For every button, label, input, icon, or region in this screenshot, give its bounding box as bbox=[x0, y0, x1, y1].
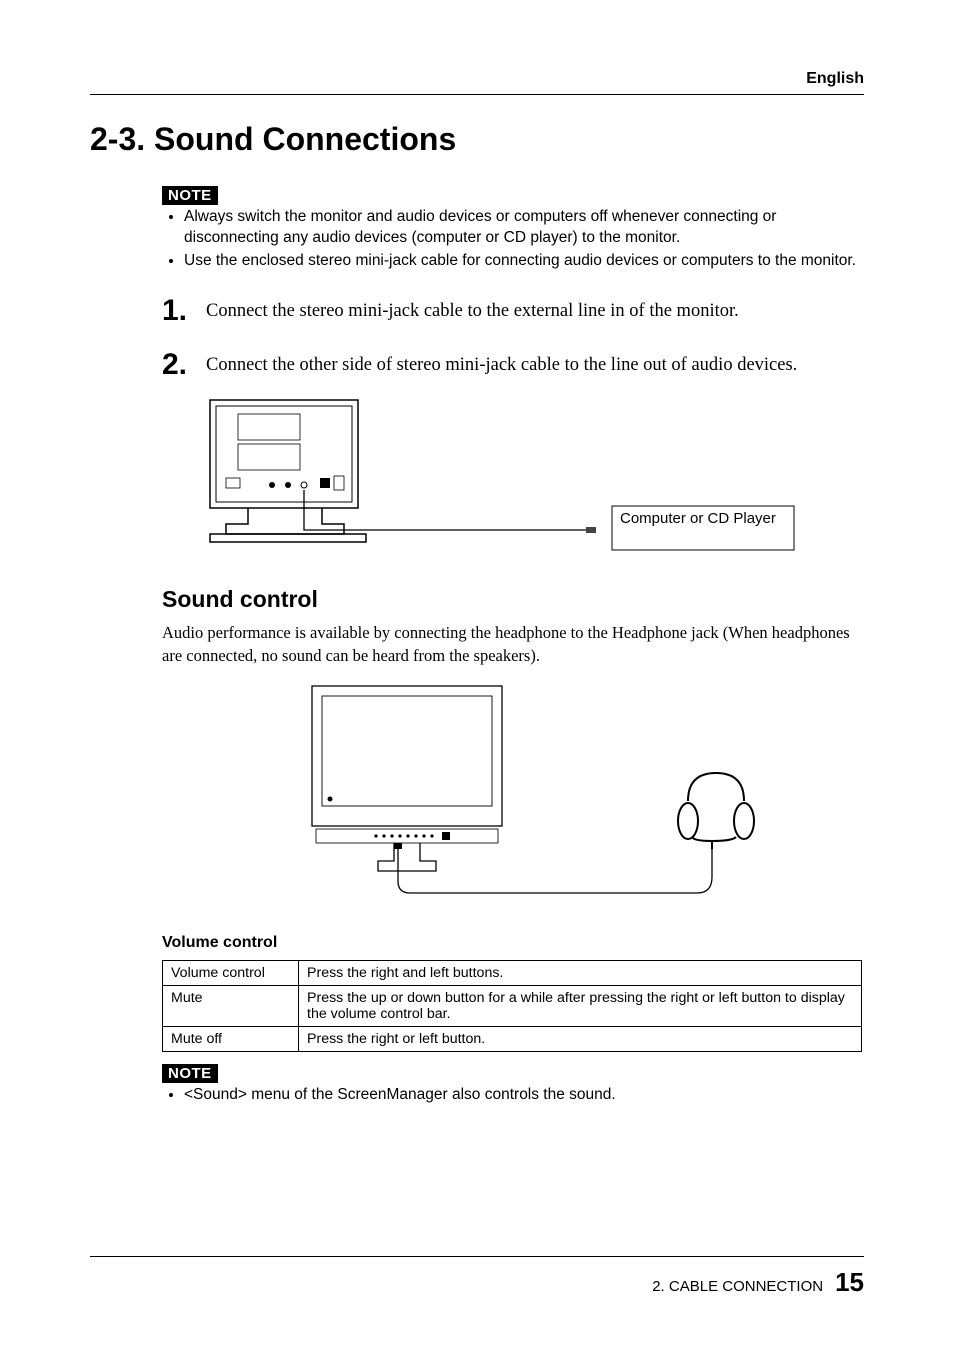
row-label: Mute bbox=[163, 985, 299, 1026]
device-label: Computer or CD Player bbox=[620, 510, 788, 529]
note-list-2: <Sound> menu of the ScreenManager also c… bbox=[162, 1085, 864, 1106]
sound-control-body: Audio performance is available by connec… bbox=[162, 621, 864, 667]
volume-control-table: Volume control Press the right and left … bbox=[162, 960, 862, 1052]
note-badge: NOTE bbox=[162, 186, 218, 205]
step-number: 1. bbox=[162, 296, 206, 326]
note-item: Use the enclosed stereo mini-jack cable … bbox=[184, 251, 864, 272]
monitor-cable-svg bbox=[202, 398, 862, 568]
footer-chapter: 2. CABLE CONNECTION bbox=[652, 1278, 823, 1295]
note-item: Always switch the monitor and audio devi… bbox=[184, 207, 864, 249]
table-row: Mute off Press the right or left button. bbox=[163, 1026, 862, 1051]
sound-control-heading: Sound control bbox=[162, 586, 864, 613]
volume-control-heading: Volume control bbox=[162, 934, 864, 952]
table-row: Mute Press the up or down button for a w… bbox=[163, 985, 862, 1026]
page-root: English 2-3. Sound Connections NOTE Alwa… bbox=[0, 0, 954, 1348]
steps-block: 1. Connect the stereo mini-jack cable to… bbox=[162, 296, 864, 568]
step-text: Connect the other side of stereo mini-ja… bbox=[206, 350, 797, 378]
table-row: Volume control Press the right and left … bbox=[163, 960, 862, 985]
header-line: English bbox=[90, 70, 864, 95]
note-block-1: NOTE Always switch the monitor and audio… bbox=[162, 186, 864, 272]
sound-control-section: Sound control Audio performance is avail… bbox=[162, 586, 864, 1106]
language-label: English bbox=[90, 70, 864, 88]
row-desc: Press the up or down button for a while … bbox=[299, 985, 862, 1026]
footer: 2. CABLE CONNECTION 15 bbox=[90, 1256, 864, 1298]
row-label: Volume control bbox=[163, 960, 299, 985]
step-2: 2. Connect the other side of stereo mini… bbox=[162, 350, 864, 380]
step-1: 1. Connect the stereo mini-jack cable to… bbox=[162, 296, 864, 326]
page-title: 2-3. Sound Connections bbox=[90, 121, 864, 158]
note-block-2: NOTE <Sound> menu of the ScreenManager a… bbox=[162, 1064, 864, 1106]
headphone-diagram bbox=[302, 681, 822, 906]
step-number: 2. bbox=[162, 350, 206, 380]
row-label: Mute off bbox=[163, 1026, 299, 1051]
row-desc: Press the right or left button. bbox=[299, 1026, 862, 1051]
note-badge: NOTE bbox=[162, 1064, 218, 1083]
footer-page: 15 bbox=[835, 1267, 864, 1298]
headphone-svg bbox=[302, 681, 822, 906]
note-list-1: Always switch the monitor and audio devi… bbox=[162, 207, 864, 272]
connection-diagram: Computer or CD Player bbox=[202, 398, 864, 568]
footer-line: 2. CABLE CONNECTION 15 bbox=[90, 1256, 864, 1298]
note-item: <Sound> menu of the ScreenManager also c… bbox=[184, 1085, 864, 1106]
row-desc: Press the right and left buttons. bbox=[299, 960, 862, 985]
step-text: Connect the stereo mini-jack cable to th… bbox=[206, 296, 739, 324]
